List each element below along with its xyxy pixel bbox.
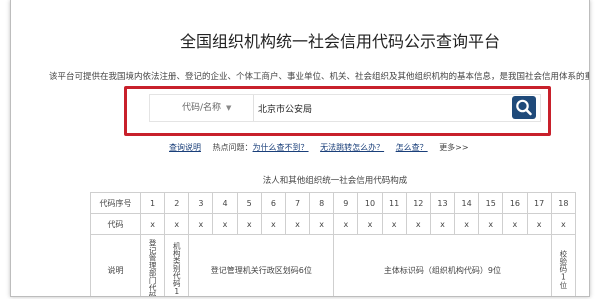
desc-cell: 主体标识码（组织机构代码）9位 [333, 234, 552, 296]
cannot-redirect-link[interactable]: 无法跳转怎么办？ [320, 143, 384, 152]
code-cell: x [357, 213, 383, 235]
code-cell: x [550, 213, 577, 235]
code-cell: x [454, 213, 480, 235]
code-cell: x [333, 213, 359, 235]
position-cell: 16 [502, 192, 528, 214]
position-cell: 11 [381, 192, 407, 214]
query-guide-link[interactable]: 查询说明 [169, 143, 201, 152]
desc-cell: 登记管理部门代码 [139, 234, 166, 297]
desc-registration-authority: 登记管理部门代码 [148, 239, 158, 297]
code-cell: x [478, 213, 504, 235]
code-cell: x [526, 213, 552, 235]
position-cell: 6 [260, 192, 286, 214]
search-button[interactable] [512, 96, 536, 119]
code-cell: x [284, 213, 311, 235]
position-cell: 13 [429, 192, 456, 214]
position-cell: 12 [405, 192, 431, 214]
position-cell: 1 [139, 192, 166, 214]
position-cell: 18 [550, 192, 577, 214]
search-type-label: 代码/名称 [182, 103, 222, 113]
position-cell: 10 [357, 192, 383, 214]
why-not-found-link[interactable]: 为什么查不到？ [253, 143, 309, 152]
table-row: 代码 x x x x x x x x x x x x x x x x x x [90, 213, 577, 235]
desc-check-digit: 校验码1位 [558, 249, 568, 289]
code-cell: x [164, 213, 190, 235]
how-to-search-link[interactable]: 怎么查？ [396, 143, 428, 152]
hot-topics-label: 热点问题： [212, 143, 253, 152]
code-cell: x [309, 213, 335, 235]
code-cell: x [139, 213, 166, 235]
intro-text: 该平台可提供在我国境内依法注册、登记的企业、个体工商户、事业单位、机关、社会组织… [49, 72, 590, 82]
code-cell: x [212, 213, 238, 235]
page-title: 全国组织机构统一社会信用代码公示查询平台 [179, 32, 500, 51]
position-cell: 3 [188, 192, 214, 214]
position-cell: 8 [309, 192, 335, 214]
position-cell: 2 [164, 192, 190, 214]
help-links: 查询说明 热点问题：为什么查不到？ 无法跳转怎么办？ 怎么查？ 更多>> [169, 142, 478, 153]
position-cell: 14 [454, 192, 480, 214]
search-input[interactable] [258, 99, 506, 117]
code-cell: x [381, 213, 407, 235]
search-type-select[interactable]: 代码/名称 ▼ [150, 95, 254, 121]
desc-cell: 校验码1位 [550, 234, 577, 296]
position-cell: 15 [478, 192, 504, 214]
code-cell: x [502, 213, 528, 235]
position-cell: 5 [236, 192, 262, 214]
code-table-title: 法人和其他组织统一社会信用代码构成 [262, 176, 408, 186]
table-row: 代码序号 1 2 3 4 5 6 7 8 9 10 11 12 13 14 15… [90, 192, 577, 214]
more-link[interactable]: 更多>> [439, 143, 468, 152]
desc-cell: 登记管理机关行政区划码6位 [188, 234, 335, 296]
row-header-position: 代码序号 [90, 192, 141, 214]
page-frame: 全国组织机构统一社会信用代码公示查询平台 该平台可提供在我国境内依法注册、登记的… [10, 0, 590, 297]
code-cell: x [188, 213, 214, 235]
search-icon [516, 99, 532, 116]
code-cell: x [429, 213, 456, 235]
chevron-down-icon: ▼ [226, 104, 232, 112]
desc-cell: 机构类别代码1 [164, 234, 190, 296]
credit-code-table: 代码序号 1 2 3 4 5 6 7 8 9 10 11 12 13 14 15… [90, 192, 577, 297]
position-cell: 7 [284, 192, 311, 214]
position-cell: 4 [212, 192, 238, 214]
position-cell: 9 [333, 192, 359, 214]
table-row: 说明 登记管理部门代码 机构类别代码1 登记管理机关行政区划码6位 主体标识码（… [90, 234, 577, 297]
desc-org-category: 机构类别代码1 [172, 242, 182, 296]
row-header-code: 代码 [90, 213, 141, 235]
search-bar: 代码/名称 ▼ [149, 94, 541, 122]
code-cell: x [260, 213, 286, 235]
row-header-description: 说明 [90, 234, 141, 296]
code-cell: x [405, 213, 431, 235]
code-cell: x [236, 213, 262, 235]
position-cell: 17 [526, 192, 552, 214]
